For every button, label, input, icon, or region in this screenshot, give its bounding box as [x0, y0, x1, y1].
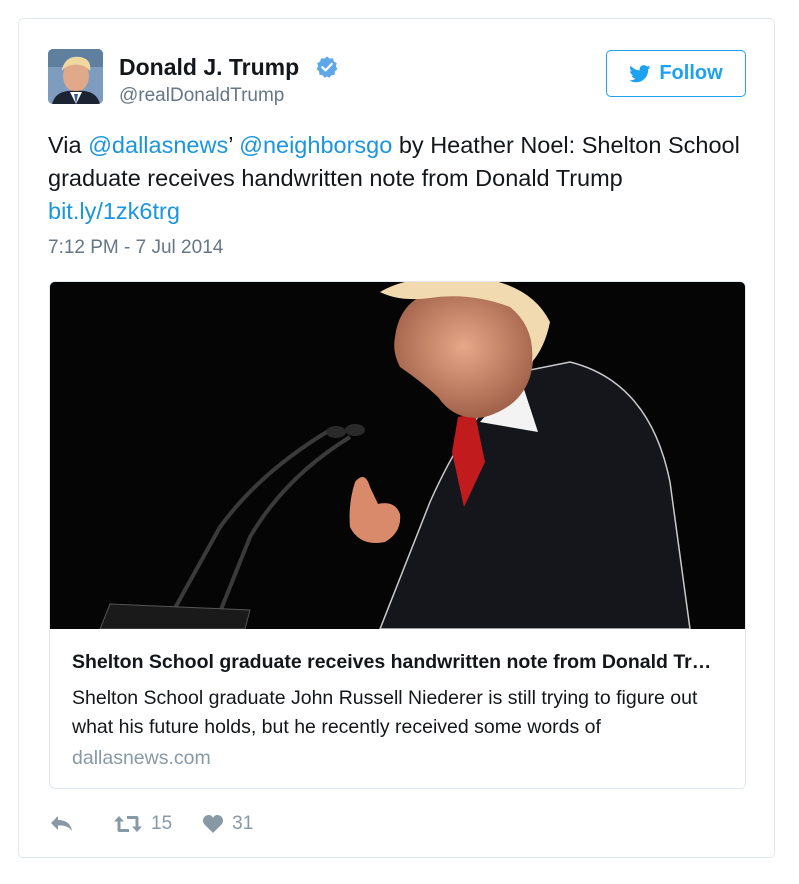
short-url-link[interactable]: bit.ly/1zk6trg — [48, 198, 180, 224]
verified-badge-icon — [316, 56, 338, 78]
card-description: Shelton School graduate John Russell Nie… — [72, 687, 698, 738]
reply-icon — [51, 816, 72, 831]
like-count: 31 — [232, 813, 254, 834]
retweet-button[interactable]: 15 — [113, 813, 172, 835]
reply-button[interactable] — [49, 814, 75, 834]
card-image — [50, 282, 745, 629]
link-preview-card[interactable]: Shelton School graduate receives handwri… — [49, 281, 746, 789]
retweet-count: 15 — [151, 813, 173, 834]
follow-button[interactable]: Follow — [606, 50, 746, 97]
like-button[interactable]: 31 — [202, 813, 253, 835]
mention-link-neighborsgo[interactable]: @neighborsgo — [239, 132, 392, 158]
card-domain: dallasnews.com — [72, 747, 211, 769]
tweet-timestamp[interactable]: 7:12 PM - 7 Jul 2014 — [48, 237, 223, 259]
tweet-card: Donald J. Trump @realDonaldTrump Follow … — [18, 18, 775, 858]
twitter-bird-icon — [629, 64, 651, 82]
author-name[interactable]: Donald J. Trump — [119, 54, 299, 81]
mention-link-dallasnews[interactable]: @dallasnews — [88, 132, 228, 158]
heart-icon — [203, 814, 224, 833]
card-title[interactable]: Shelton School graduate receives handwri… — [72, 651, 722, 674]
retweet-icon — [114, 816, 142, 832]
avatar-image — [48, 49, 103, 104]
tweet-text: Via @dallasnews’ @neighborsgo by Heather… — [48, 129, 753, 228]
avatar[interactable] — [48, 49, 103, 104]
tweet-actions: 15 31 — [49, 809, 253, 839]
tweet-text-prefix: Via — [48, 132, 89, 158]
author-handle[interactable]: @realDonaldTrump — [119, 85, 284, 107]
tweet-text-apostrophe: ’ — [228, 132, 240, 158]
follow-button-label: Follow — [659, 62, 723, 84]
